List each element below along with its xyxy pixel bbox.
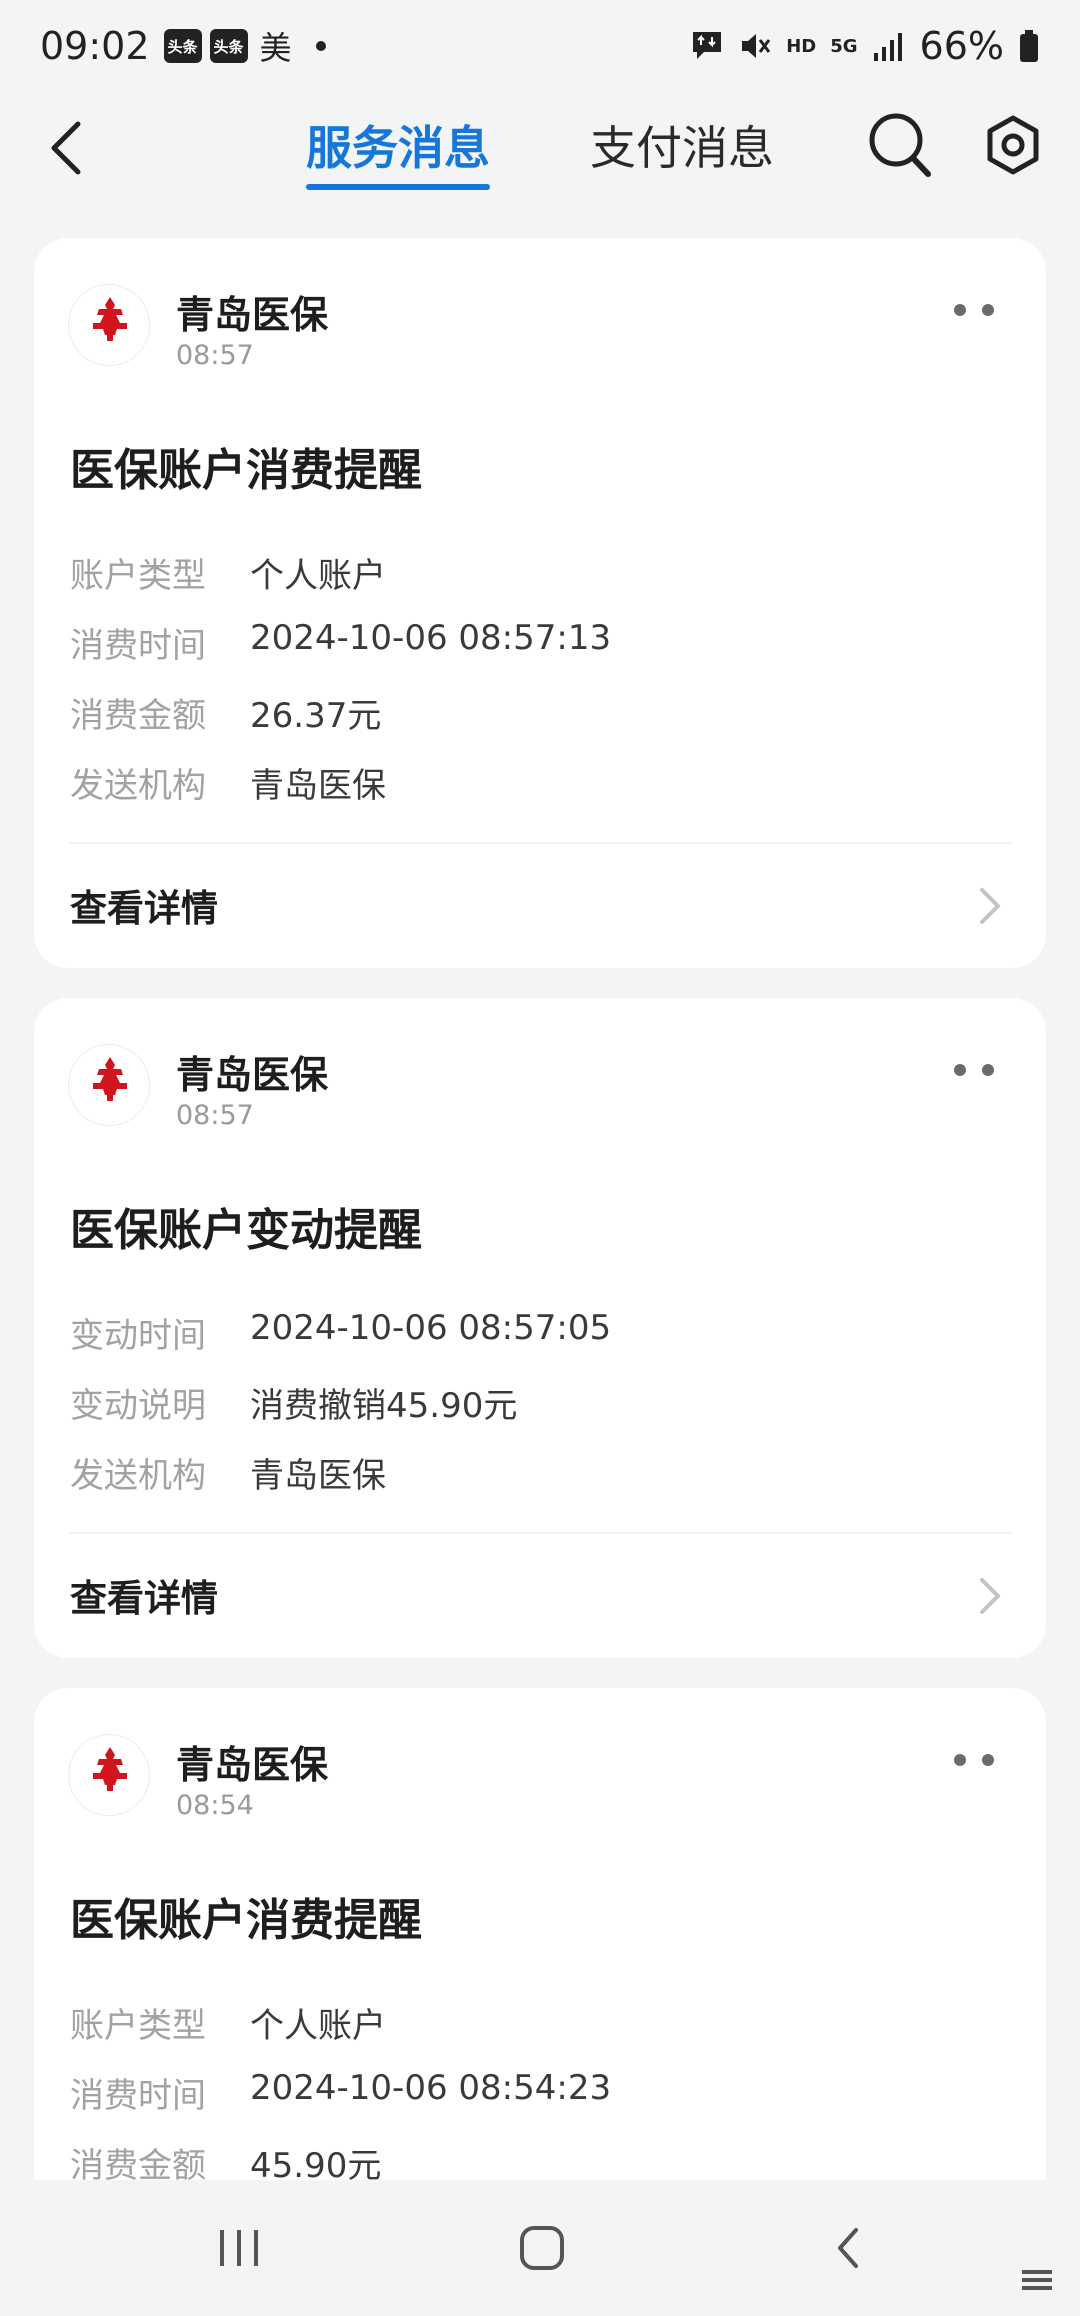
field-value: 个人账户 <box>250 2006 386 2046</box>
field-label: 变动时间 <box>70 1316 206 1356</box>
active-tab-indicator <box>306 184 490 190</box>
field-row: 消费金额 26.37元 <box>70 688 381 737</box>
message-time: 08:57 <box>176 340 254 371</box>
field-label: 消费时间 <box>70 2076 206 2116</box>
gear-icon <box>987 115 1039 175</box>
home-button[interactable] <box>518 2224 566 2272</box>
message-title: 医保账户消费提醒 <box>70 1895 422 1946</box>
search-button[interactable] <box>868 110 932 180</box>
field-label: 账户类型 <box>70 2006 206 2046</box>
notification-dot-icon <box>315 41 326 51</box>
field-row: 消费时间 2024-10-06 08:57:13 <box>70 618 611 667</box>
chevron-right-icon <box>980 1578 1000 1614</box>
field-label: 发送机构 <box>70 1456 206 1496</box>
message-time: 08:54 <box>176 1790 254 1821</box>
meituan-notification-icon: 美 <box>259 29 292 67</box>
field-row: 发送机构 青岛医保 <box>70 1448 386 1497</box>
status-bar: 09:02 头条 头条 美 HD 5G 66% <box>0 0 1080 92</box>
view-details-link[interactable]: 查看详情 <box>70 1568 218 1622</box>
chevron-right-icon <box>980 888 1000 924</box>
field-label: 消费时间 <box>70 626 206 666</box>
system-back-button[interactable] <box>832 2224 862 2272</box>
more-dots-icon[interactable] <box>954 304 994 318</box>
field-row: 账户类型 个人账户 <box>70 1998 386 2047</box>
mute-icon <box>738 29 772 63</box>
field-row: 消费时间 2024-10-06 08:54:23 <box>70 2068 611 2117</box>
signal-icon <box>872 31 906 61</box>
back-button[interactable] <box>44 118 94 178</box>
hd-label: HD <box>786 35 817 57</box>
battery-icon <box>1018 29 1040 63</box>
back-arrow-icon <box>51 121 81 175</box>
message-card[interactable]: 青岛医保 08:57 医保账户变动提醒 变动时间 2024-10-06 08:5… <box>34 998 1046 1658</box>
sender-name: 青岛医保 <box>176 293 329 337</box>
message-title: 医保账户消费提醒 <box>70 445 422 496</box>
system-nav-bar <box>0 2180 1080 2316</box>
sender-name: 青岛医保 <box>176 1053 329 1097</box>
field-row: 变动说明 消费撤销45.90元 <box>70 1378 517 1427</box>
tab-payment-messages[interactable]: 支付消息 <box>590 112 774 178</box>
toutiao-badge-icon: 头条 <box>163 29 202 63</box>
status-time: 09:02 <box>40 24 150 68</box>
sender-name: 青岛医保 <box>176 1743 329 1787</box>
view-details-link[interactable]: 查看详情 <box>70 878 218 932</box>
battery-percent: 66% <box>919 24 1004 68</box>
qingdao-medical-insurance-logo <box>68 1734 150 1816</box>
field-label: 发送机构 <box>70 766 206 806</box>
field-row: 发送机构 青岛医保 <box>70 758 386 807</box>
divider <box>70 1532 1012 1534</box>
message-sync-icon <box>690 29 724 63</box>
field-value: 2024-10-06 08:57:05 <box>250 1308 612 1348</box>
field-value: 26.37元 <box>250 696 382 736</box>
tab-service-messages[interactable]: 服务消息 <box>306 112 490 178</box>
qingdao-medical-insurance-logo <box>68 284 150 366</box>
field-value: 青岛医保 <box>250 766 386 806</box>
message-card[interactable]: 青岛医保 08:54 医保账户消费提醒 账户类型 个人账户 消费时间 2024-… <box>34 1688 1046 2248</box>
field-value: 消费撤销45.90元 <box>250 1386 518 1426</box>
more-dots-icon[interactable] <box>954 1064 994 1078</box>
network-label: 5G <box>830 35 858 57</box>
message-time: 08:57 <box>176 1100 254 1131</box>
qingdao-medical-insurance-logo <box>68 1044 150 1126</box>
search-icon <box>869 113 931 177</box>
toutiao-badge-icon: 头条 <box>209 29 248 63</box>
top-nav-header: 服务消息 支付消息 <box>0 92 1080 202</box>
message-title: 医保账户变动提醒 <box>70 1205 422 1256</box>
field-value: 青岛医保 <box>250 1456 386 1496</box>
field-label: 变动说明 <box>70 1386 206 1426</box>
field-value: 个人账户 <box>250 556 386 596</box>
field-value: 2024-10-06 08:54:23 <box>250 2068 612 2108</box>
field-label: 消费金额 <box>70 696 206 736</box>
field-row: 账户类型 个人账户 <box>70 548 386 597</box>
field-label: 账户类型 <box>70 556 206 596</box>
recent-apps-button[interactable] <box>216 2226 262 2270</box>
more-dots-icon[interactable] <box>954 1754 994 1768</box>
divider <box>70 842 1012 844</box>
message-card[interactable]: 青岛医保 08:57 医保账户消费提醒 账户类型 个人账户 消费时间 2024-… <box>34 238 1046 968</box>
field-row: 变动时间 2024-10-06 08:57:05 <box>70 1308 611 1357</box>
settings-button[interactable] <box>982 114 1044 176</box>
field-value: 2024-10-06 08:57:13 <box>250 618 612 658</box>
keyboard-icon[interactable] <box>1020 2266 1054 2294</box>
